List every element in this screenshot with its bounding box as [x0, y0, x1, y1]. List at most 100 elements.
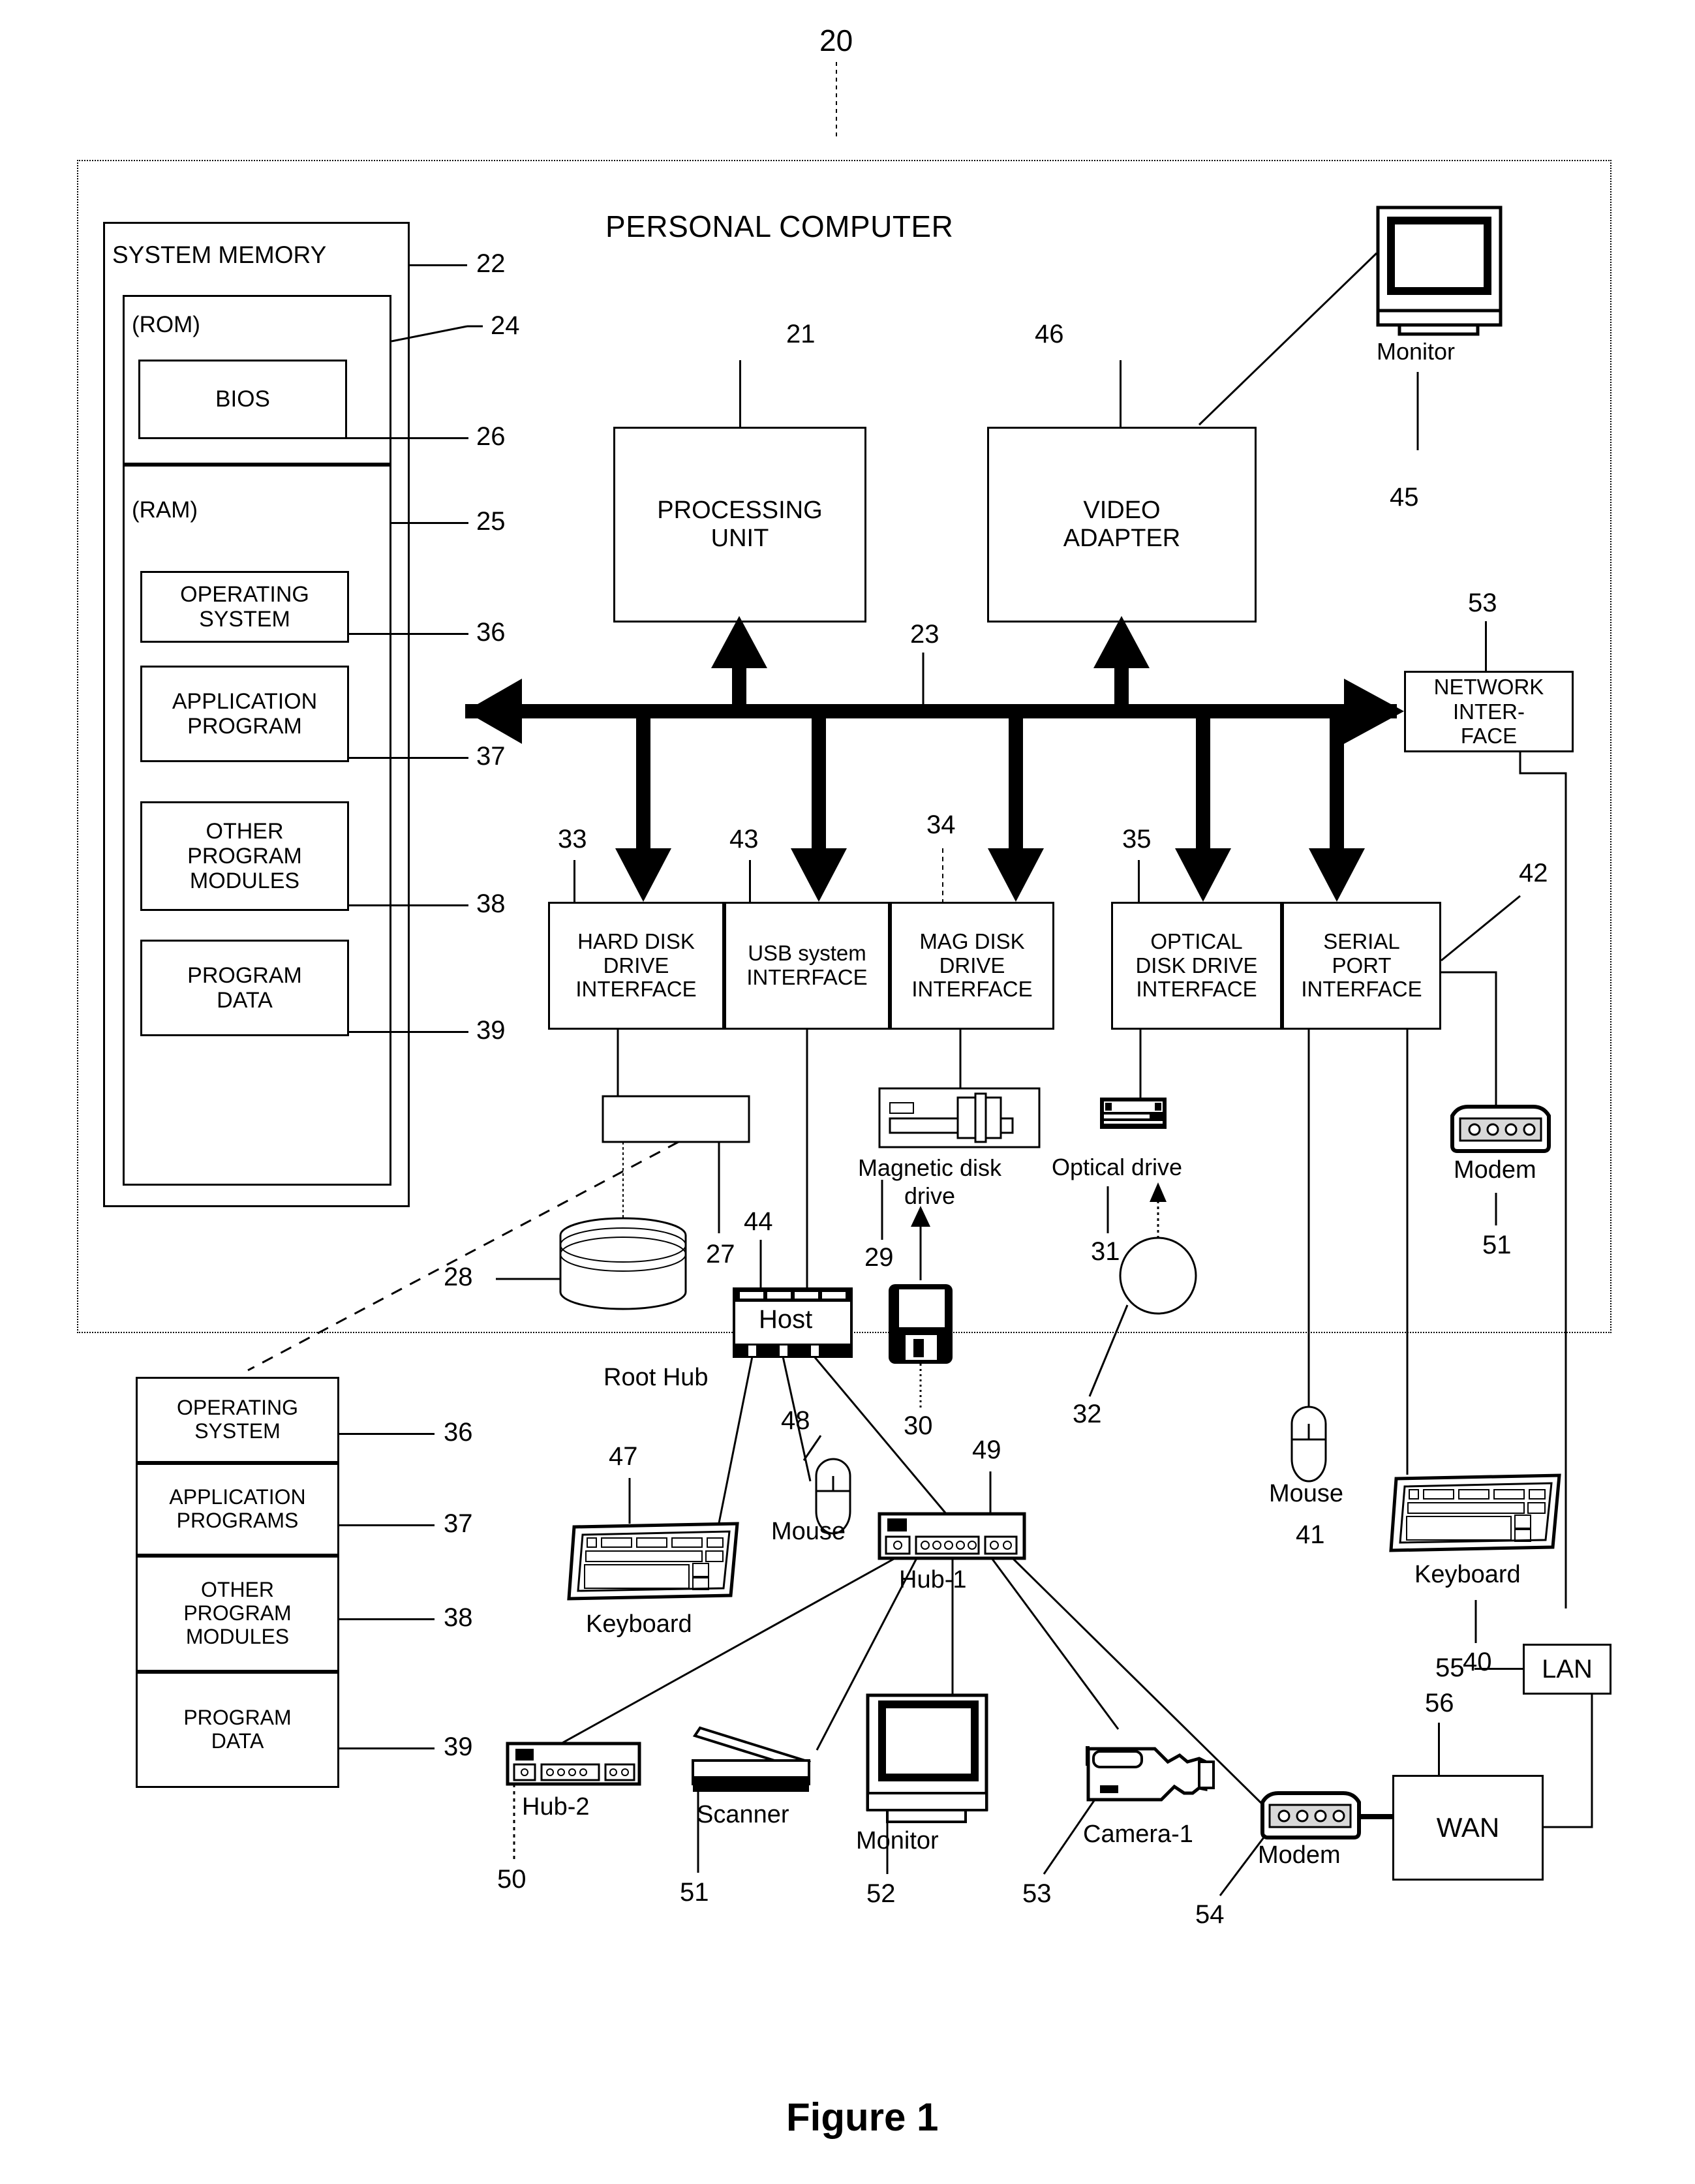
leader-35 [1138, 860, 1140, 902]
ref-39-hdc: 39 [444, 1732, 473, 1761]
leader-55 [1474, 1668, 1523, 1670]
network-interface-box: NETWORK INTER- FACE [1404, 671, 1574, 752]
ref-40: 40 [1463, 1648, 1492, 1676]
ram-item-operating-system: OPERATING SYSTEM [140, 571, 349, 643]
ref-53-net: 53 [1468, 589, 1497, 617]
ref-42: 42 [1519, 859, 1548, 887]
usb-host-label: Host [759, 1305, 813, 1334]
video-adapter-box: VIDEO ADAPTER [987, 427, 1257, 623]
leader-39-ram [349, 1031, 468, 1033]
optical-drive-label: Optical drive [1052, 1154, 1183, 1180]
page-title: PERSONAL COMPUTER [605, 209, 954, 243]
usb-mouse-label: Mouse [771, 1518, 846, 1545]
ref-51-usb: 51 [680, 1878, 709, 1907]
patent-figure-page: 20 PERSONAL COMPUTER SYSTEM MEMORY 22 (R… [0, 0, 1695, 2184]
ref-37-ram: 37 [476, 742, 506, 771]
ram-label: (RAM) [132, 497, 198, 523]
bios-box: BIOS [138, 360, 347, 439]
ref-46: 46 [1035, 320, 1064, 348]
ref-27: 27 [706, 1240, 735, 1269]
system-memory-title: SYSTEM MEMORY [112, 241, 327, 268]
figure-caption: Figure 1 [786, 2095, 939, 2139]
leader-46 [1120, 360, 1122, 427]
rom-label: (ROM) [132, 312, 200, 337]
ram-item-application-program: APPLICATION PROGRAM [140, 666, 349, 762]
ref-35: 35 [1122, 825, 1152, 854]
hdc-program-data: PROGRAM DATA [136, 1672, 339, 1788]
ref-25: 25 [476, 507, 506, 536]
ref-38-ram: 38 [476, 889, 506, 918]
usb-keyboard-label: Keyboard [586, 1610, 692, 1638]
leader-25 [391, 522, 468, 524]
ram-item-program-data: PROGRAM DATA [140, 940, 349, 1036]
ref-21: 21 [786, 320, 816, 348]
hdc-application-programs: APPLICATION PROGRAMS [136, 1463, 339, 1556]
ref-29: 29 [864, 1243, 894, 1272]
leader-33 [573, 860, 575, 902]
leader-36-hdc [339, 1433, 435, 1435]
usb-monitor-label: Monitor [856, 1827, 939, 1854]
ref-32: 32 [1073, 1400, 1102, 1428]
ref-54: 54 [1195, 1900, 1225, 1929]
ref-56: 56 [1425, 1689, 1454, 1717]
leader-43 [749, 860, 751, 902]
ref-30: 30 [904, 1411, 933, 1440]
ref-50: 50 [497, 1865, 527, 1894]
leader-22 [410, 264, 467, 266]
leader-36-ram [349, 633, 468, 635]
ref-43: 43 [729, 825, 759, 854]
leader-37-ram [349, 757, 468, 759]
mag-disk-drive-interface-box: MAG DISK DRIVE INTERFACE [890, 902, 1054, 1030]
ref-47: 47 [609, 1442, 638, 1471]
leader-21 [739, 360, 741, 427]
ref-31: 31 [1091, 1237, 1120, 1266]
magnetic-disk-drive-label: Magnetic disk drive [857, 1154, 1002, 1210]
leader-system-20 [836, 62, 837, 140]
ref-36-ram: 36 [476, 618, 506, 647]
usb-system-interface-box: USB system INTERFACE [724, 902, 890, 1030]
usb-modem-label: Modem [1258, 1841, 1341, 1869]
ref-system-20: 20 [819, 23, 853, 57]
ref-44: 44 [744, 1207, 773, 1236]
ref-28: 28 [444, 1263, 473, 1291]
processing-unit-box: PROCESSING UNIT [613, 427, 866, 623]
ref-48: 48 [781, 1406, 810, 1435]
ref-45: 45 [1390, 483, 1419, 512]
hub2-label: Hub-2 [522, 1793, 590, 1821]
ref-55: 55 [1435, 1653, 1465, 1682]
ref-22: 22 [476, 249, 506, 278]
hdc-other-program-modules: OTHER PROGRAM MODULES [136, 1556, 339, 1672]
hub1-label: Hub-1 [899, 1566, 967, 1593]
ref-23-bus: 23 [910, 620, 939, 649]
ref-34: 34 [926, 810, 956, 839]
ref-53-usb: 53 [1022, 1879, 1052, 1908]
lan-box: LAN [1523, 1644, 1611, 1695]
ref-38-hdc: 38 [444, 1603, 473, 1632]
leader-53-net [1485, 621, 1487, 671]
leader-38-ram [349, 904, 468, 906]
leader-34 [942, 848, 943, 902]
serial-modem-label: Modem [1454, 1156, 1536, 1184]
ref-26: 26 [476, 422, 506, 451]
serial-keyboard-label: Keyboard [1414, 1561, 1521, 1588]
hdc-operating-system: OPERATING SYSTEM [136, 1377, 339, 1463]
ref-24: 24 [491, 311, 520, 340]
leader-26 [347, 437, 468, 439]
ref-51-serial: 51 [1482, 1231, 1512, 1259]
ref-37-hdc: 37 [444, 1509, 473, 1538]
leader-39-hdc [339, 1747, 435, 1749]
ref-33: 33 [558, 825, 587, 854]
serial-mouse-label: Mouse [1269, 1480, 1344, 1507]
optical-disk-drive-interface-box: OPTICAL DISK DRIVE INTERFACE [1111, 902, 1282, 1030]
ref-49: 49 [972, 1436, 1001, 1464]
serial-port-interface-box: SERIAL PORT INTERFACE [1282, 902, 1441, 1030]
leader-56 [1438, 1723, 1440, 1775]
ref-36-hdc: 36 [444, 1418, 473, 1447]
wan-box: WAN [1392, 1775, 1544, 1881]
ref-41: 41 [1296, 1520, 1325, 1549]
monitor-45-label: Monitor [1377, 338, 1456, 365]
hard-disk-drive-interface-box: HARD DISK DRIVE INTERFACE [548, 902, 724, 1030]
ref-39-ram: 39 [476, 1016, 506, 1045]
ram-item-other-program-modules: OTHER PROGRAM MODULES [140, 801, 349, 911]
scanner-label: Scanner [697, 1801, 789, 1828]
